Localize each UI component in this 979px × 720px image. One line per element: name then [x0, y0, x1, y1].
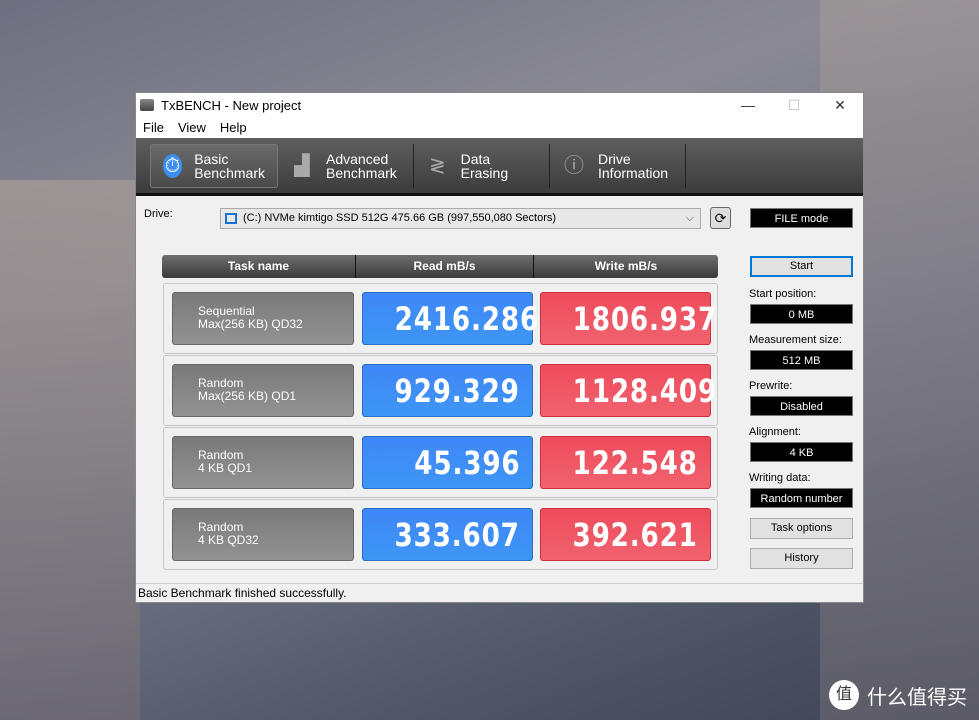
tab-drive-information[interactable]: ⓘ Drive Information	[550, 143, 686, 188]
read-value: 929.329	[362, 364, 533, 417]
app-icon	[140, 99, 154, 111]
drive-value: (C:) NVMe kimtigo SSD 512G 475.66 GB (99…	[243, 212, 557, 224]
background-building	[0, 180, 140, 720]
write-value: 392.621	[540, 508, 711, 561]
spring-icon: ≷	[428, 154, 446, 177]
refresh-button[interactable]: ⟳	[710, 207, 731, 229]
results-header: Task name Read mB/s Write mB/s	[162, 255, 718, 278]
read-value: 333.607	[362, 508, 533, 561]
result-row: Random 4 KB QD1 45.396 122.548	[163, 427, 718, 498]
close-button[interactable]: ✕	[817, 97, 863, 114]
chevron-down-icon: ⌵	[685, 212, 694, 224]
watermark: 值 什么值得买	[829, 680, 967, 710]
watermark-logo: 值	[829, 680, 859, 710]
stopwatch-icon: ⏱	[163, 153, 183, 178]
minimize-button[interactable]: —	[725, 97, 771, 114]
result-row: Sequential Max(256 KB) QD32 2416.286 1806…	[163, 283, 718, 354]
header-task-name: Task name	[162, 255, 356, 278]
read-value: 45.396	[362, 436, 533, 489]
start-position-label: Start position:	[749, 288, 817, 300]
task-button[interactable]: Sequential Max(256 KB) QD32	[172, 292, 354, 345]
title-bar: TxBENCH - New project — ☐ ✕	[136, 93, 863, 117]
watermark-text: 什么值得买	[867, 686, 967, 709]
menu-view[interactable]: View	[171, 120, 213, 135]
start-button[interactable]: Start	[750, 256, 853, 277]
drive-info-icon: ⓘ	[564, 154, 584, 177]
menu-help[interactable]: Help	[213, 120, 254, 135]
alignment-label: Alignment:	[749, 426, 801, 438]
writing-data-label: Writing data:	[749, 472, 811, 484]
header-read: Read mB/s	[356, 255, 534, 278]
read-value: 2416.286	[362, 292, 538, 345]
result-row: Random 4 KB QD32 333.607 392.621	[163, 499, 718, 570]
tab-label: Information	[598, 164, 669, 181]
write-value: 1128.409	[540, 364, 716, 417]
result-row: Random Max(256 KB) QD1 929.329 1128.409	[163, 355, 718, 426]
txbench-window: TxBENCH - New project — ☐ ✕ File View He…	[135, 92, 864, 603]
drive-label: Drive:	[144, 208, 173, 220]
tab-bar: ⏱ Basic Benchmark ▟ Advanced Benchmark ≷ D…	[136, 138, 863, 196]
alignment-value[interactable]: 4 KB	[750, 442, 853, 462]
header-write: Write mB/s	[594, 259, 658, 273]
mode-display[interactable]: FILE mode	[750, 208, 853, 228]
prewrite-label: Prewrite:	[749, 380, 793, 392]
task-button[interactable]: Random Max(256 KB) QD1	[172, 364, 354, 417]
write-value: 122.548	[540, 436, 711, 489]
tab-label: Data Erasing	[460, 150, 509, 181]
measurement-size-value[interactable]: 512 MB	[750, 350, 853, 370]
start-position-value[interactable]: 0 MB	[750, 304, 853, 324]
tab-basic-benchmark[interactable]: ⏱ Basic Benchmark	[150, 143, 278, 188]
drive-icon	[225, 213, 237, 224]
drive-select[interactable]: (C:) NVMe kimtigo SSD 512G 475.66 GB (99…	[220, 208, 701, 229]
write-value: 1806.937	[540, 292, 716, 345]
status-bar: Basic Benchmark finished successfully.	[136, 583, 863, 602]
menu-file[interactable]: File	[136, 120, 171, 135]
tab-advanced-benchmark[interactable]: ▟ Advanced Benchmark	[278, 143, 414, 188]
measurement-size-label: Measurement size:	[749, 334, 842, 346]
maximize-button[interactable]: ☐	[771, 97, 817, 114]
task-button[interactable]: Random 4 KB QD1	[172, 436, 354, 489]
tab-data-erasing[interactable]: ≷ Data Erasing	[414, 143, 550, 188]
menu-bar: File View Help	[136, 117, 863, 138]
window-title: TxBENCH - New project	[161, 97, 302, 113]
tab-label: Benchmark	[326, 164, 397, 181]
bar-chart-icon: ▟	[294, 154, 310, 177]
tab-label: Benchmark	[194, 164, 265, 181]
history-button[interactable]: History	[750, 548, 853, 569]
task-button[interactable]: Random 4 KB QD32	[172, 508, 354, 561]
task-options-button[interactable]: Task options	[750, 518, 853, 539]
writing-data-value[interactable]: Random number	[750, 488, 853, 508]
prewrite-value[interactable]: Disabled	[750, 396, 853, 416]
